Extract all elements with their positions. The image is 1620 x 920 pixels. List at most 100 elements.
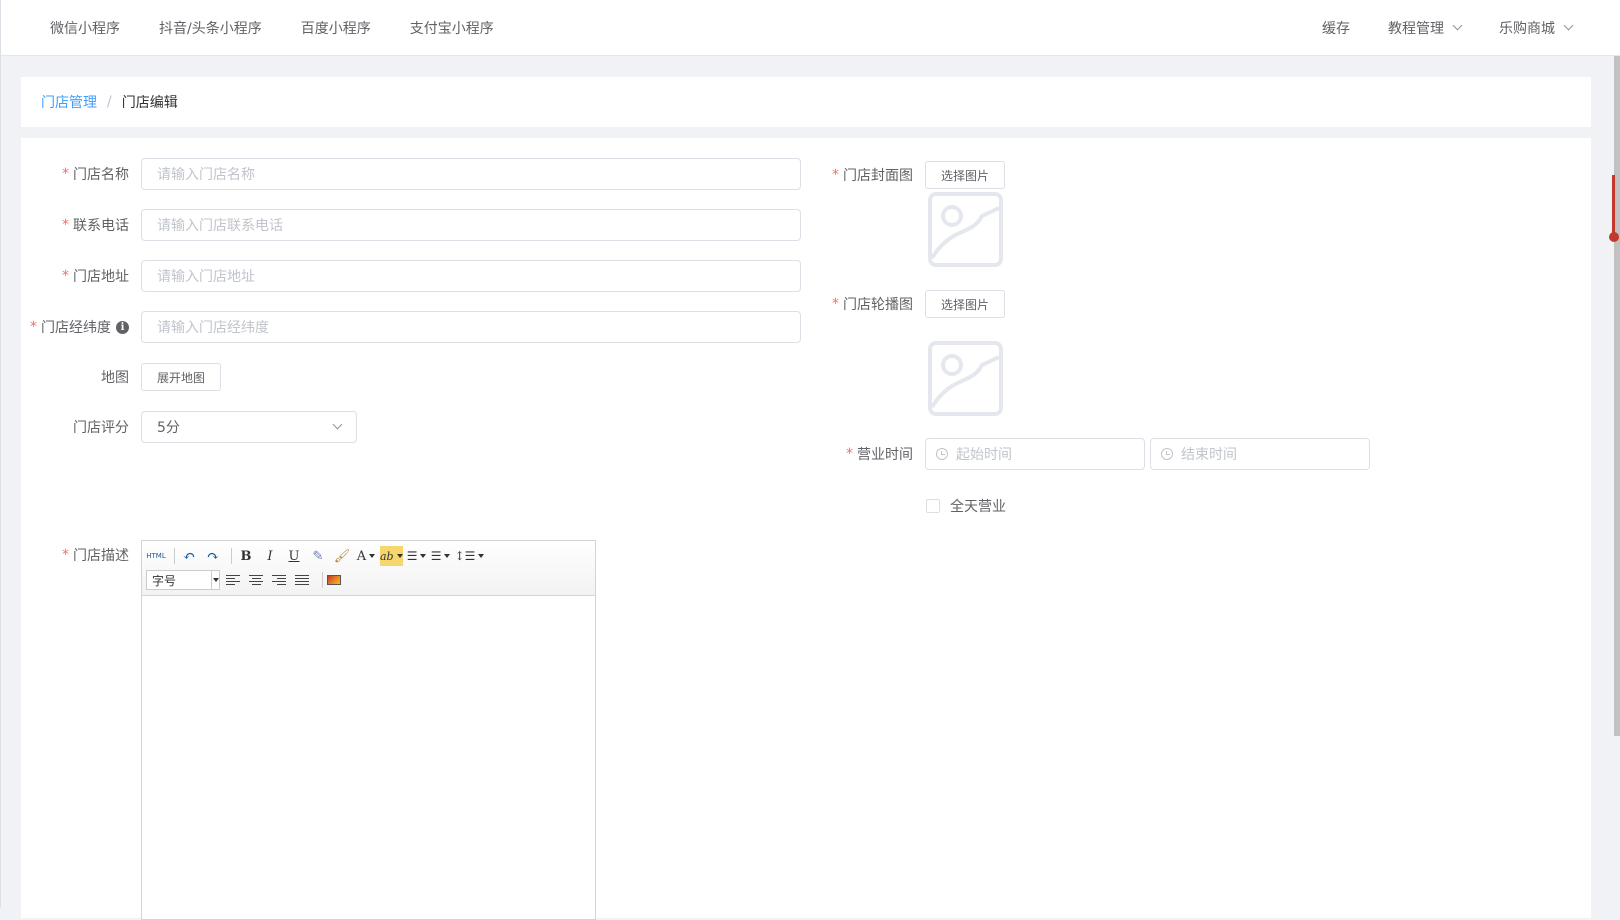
cover-label: * 门店封面图 [800, 165, 913, 185]
toolbar-row-1: HTML ↶ ↷ B I U ✎ 🖌 A ab ☰ ☰ ↕☰ [146, 544, 591, 568]
redo-icon[interactable]: ↷ [203, 546, 223, 566]
store-latlng-input[interactable]: 请输入门店经纬度 [141, 311, 801, 343]
required-mark: * [62, 268, 69, 284]
font-color-button[interactable]: A [356, 546, 376, 566]
store-address-input[interactable]: 请输入门店地址 [141, 260, 801, 292]
align-center-icon[interactable] [249, 574, 263, 586]
address-label: * 门店地址 [21, 266, 129, 286]
marker-bar [1612, 175, 1615, 235]
cover-select-image-button[interactable]: 选择图片 [925, 161, 1006, 189]
required-mark: * [832, 296, 839, 312]
toolbar-separator [231, 548, 232, 564]
breadcrumb-current: 门店编辑 [121, 95, 178, 111]
allday-checkbox-row[interactable]: 全天营业 [926, 496, 1006, 516]
start-time-placeholder: 起始时间 [956, 447, 1012, 463]
rating-label: 门店评分 [73, 420, 129, 436]
cache-link[interactable]: 缓存 [1322, 18, 1350, 38]
editor-content-area[interactable] [142, 596, 595, 919]
highlight-button[interactable]: ab [380, 546, 403, 566]
end-time-placeholder: 结束时间 [1181, 447, 1237, 463]
end-time-input[interactable]: 结束时间 [1150, 438, 1370, 470]
breadcrumb-parent-link[interactable]: 门店管理 [41, 92, 97, 112]
nav-douyin-miniprogram[interactable]: 抖音/头条小程序 [159, 18, 262, 38]
align-right-icon[interactable] [272, 574, 286, 586]
user-nav: 缓存 教程管理 乐购商城 [1284, 0, 1574, 56]
store-phone-input[interactable]: 请输入门店联系电话 [141, 209, 801, 241]
chevron-down-icon [1452, 20, 1463, 31]
font-color-label: A [356, 548, 367, 564]
eraser-icon[interactable]: ✎ [308, 546, 328, 566]
chevron-down-icon [1563, 20, 1574, 31]
info-icon[interactable]: i [116, 320, 129, 334]
required-mark: * [62, 166, 69, 182]
italic-button[interactable]: I [260, 546, 280, 566]
store-latlng-placeholder: 请输入门店经纬度 [157, 320, 269, 336]
ordered-list-icon[interactable]: ☰ [407, 546, 427, 566]
shop-label: 乐购商城 [1499, 21, 1555, 37]
allday-checkbox[interactable] [926, 499, 940, 513]
dropdown-arrow-icon [211, 571, 219, 589]
left-divider [0, 0, 1, 908]
caret-down-icon [369, 554, 376, 558]
form-item-hours: * 营业时间 起始时间 结束时间 [800, 438, 1370, 470]
top-navbar: 微信小程序 抖音/头条小程序 百度小程序 支付宝小程序 缓存 教程管理 乐购商城 [0, 0, 1620, 56]
platform-nav: 微信小程序 抖音/头条小程序 百度小程序 支付宝小程序 [50, 0, 533, 56]
align-justify-icon[interactable] [295, 574, 309, 586]
required-mark: * [62, 547, 69, 563]
form-item-phone: * 联系电话 请输入门店联系电话 [21, 209, 801, 241]
caret-down-icon [396, 554, 403, 558]
map-label: 地图 [101, 370, 129, 386]
nav-baidu-miniprogram[interactable]: 百度小程序 [301, 18, 371, 38]
address-label-text: 门店地址 [73, 269, 129, 285]
form-item-description: * 门店描述 [21, 545, 129, 565]
image-placeholder-icon [930, 354, 1000, 409]
fontsize-label: 字号 [152, 573, 177, 588]
start-time-input[interactable]: 起始时间 [925, 438, 1145, 470]
required-mark: * [62, 217, 69, 233]
image-placeholder-icon [930, 205, 1000, 260]
phone-label-text: 联系电话 [73, 218, 129, 234]
toolbar-separator [174, 548, 175, 564]
description-label: * 门店描述 [21, 545, 129, 565]
underline-button[interactable]: U [284, 546, 304, 566]
clock-icon [936, 448, 948, 460]
store-name-placeholder: 请输入门店名称 [157, 167, 255, 183]
rating-value: 5分 [157, 420, 180, 436]
cover-image-placeholder[interactable] [928, 192, 1003, 267]
format-painter-icon[interactable]: 🖌 [332, 546, 352, 566]
nav-alipay-miniprogram[interactable]: 支付宝小程序 [410, 18, 494, 38]
cover-label-text: 门店封面图 [843, 168, 913, 184]
bold-button[interactable]: B [236, 546, 256, 566]
hours-label-text: 营业时间 [857, 447, 913, 463]
fontsize-select[interactable]: 字号 [146, 570, 220, 590]
line-height-icon[interactable]: ↕☰ [455, 546, 485, 566]
toolbar-row-2: 字号 [146, 568, 591, 592]
carousel-select-image-button[interactable]: 选择图片 [925, 290, 1006, 318]
page-scrollbar[interactable] [1614, 56, 1620, 736]
nav-wechat-miniprogram[interactable]: 微信小程序 [50, 18, 120, 38]
form-item-address: * 门店地址 请输入门店地址 [21, 260, 801, 292]
description-label-text: 门店描述 [73, 548, 129, 564]
clock-icon [1161, 448, 1173, 460]
tutorial-menu[interactable]: 教程管理 [1388, 18, 1463, 38]
breadcrumb-separator: / [107, 94, 112, 110]
unordered-list-icon[interactable]: ☰ [431, 546, 451, 566]
caret-down-icon [478, 554, 485, 558]
carousel-image-placeholder[interactable] [928, 341, 1003, 416]
store-name-input[interactable]: 请输入门店名称 [141, 158, 801, 190]
required-mark: * [832, 167, 839, 183]
form-item-cover: * 门店封面图 选择图片 [800, 161, 1006, 189]
expand-map-button[interactable]: 展开地图 [141, 363, 222, 391]
html-source-button[interactable]: HTML [146, 546, 166, 566]
name-label: * 门店名称 [21, 164, 129, 184]
insert-image-icon[interactable] [327, 575, 341, 585]
allday-label: 全天营业 [950, 499, 1006, 515]
cache-label: 缓存 [1322, 21, 1350, 37]
scroll-position-marker [1609, 175, 1619, 245]
undo-icon[interactable]: ↶ [179, 546, 199, 566]
chevron-down-icon [332, 419, 343, 430]
align-left-icon[interactable] [226, 574, 240, 586]
shop-menu[interactable]: 乐购商城 [1499, 18, 1574, 38]
rating-select[interactable]: 5分 [141, 411, 357, 443]
toolbar-separator [322, 572, 323, 588]
